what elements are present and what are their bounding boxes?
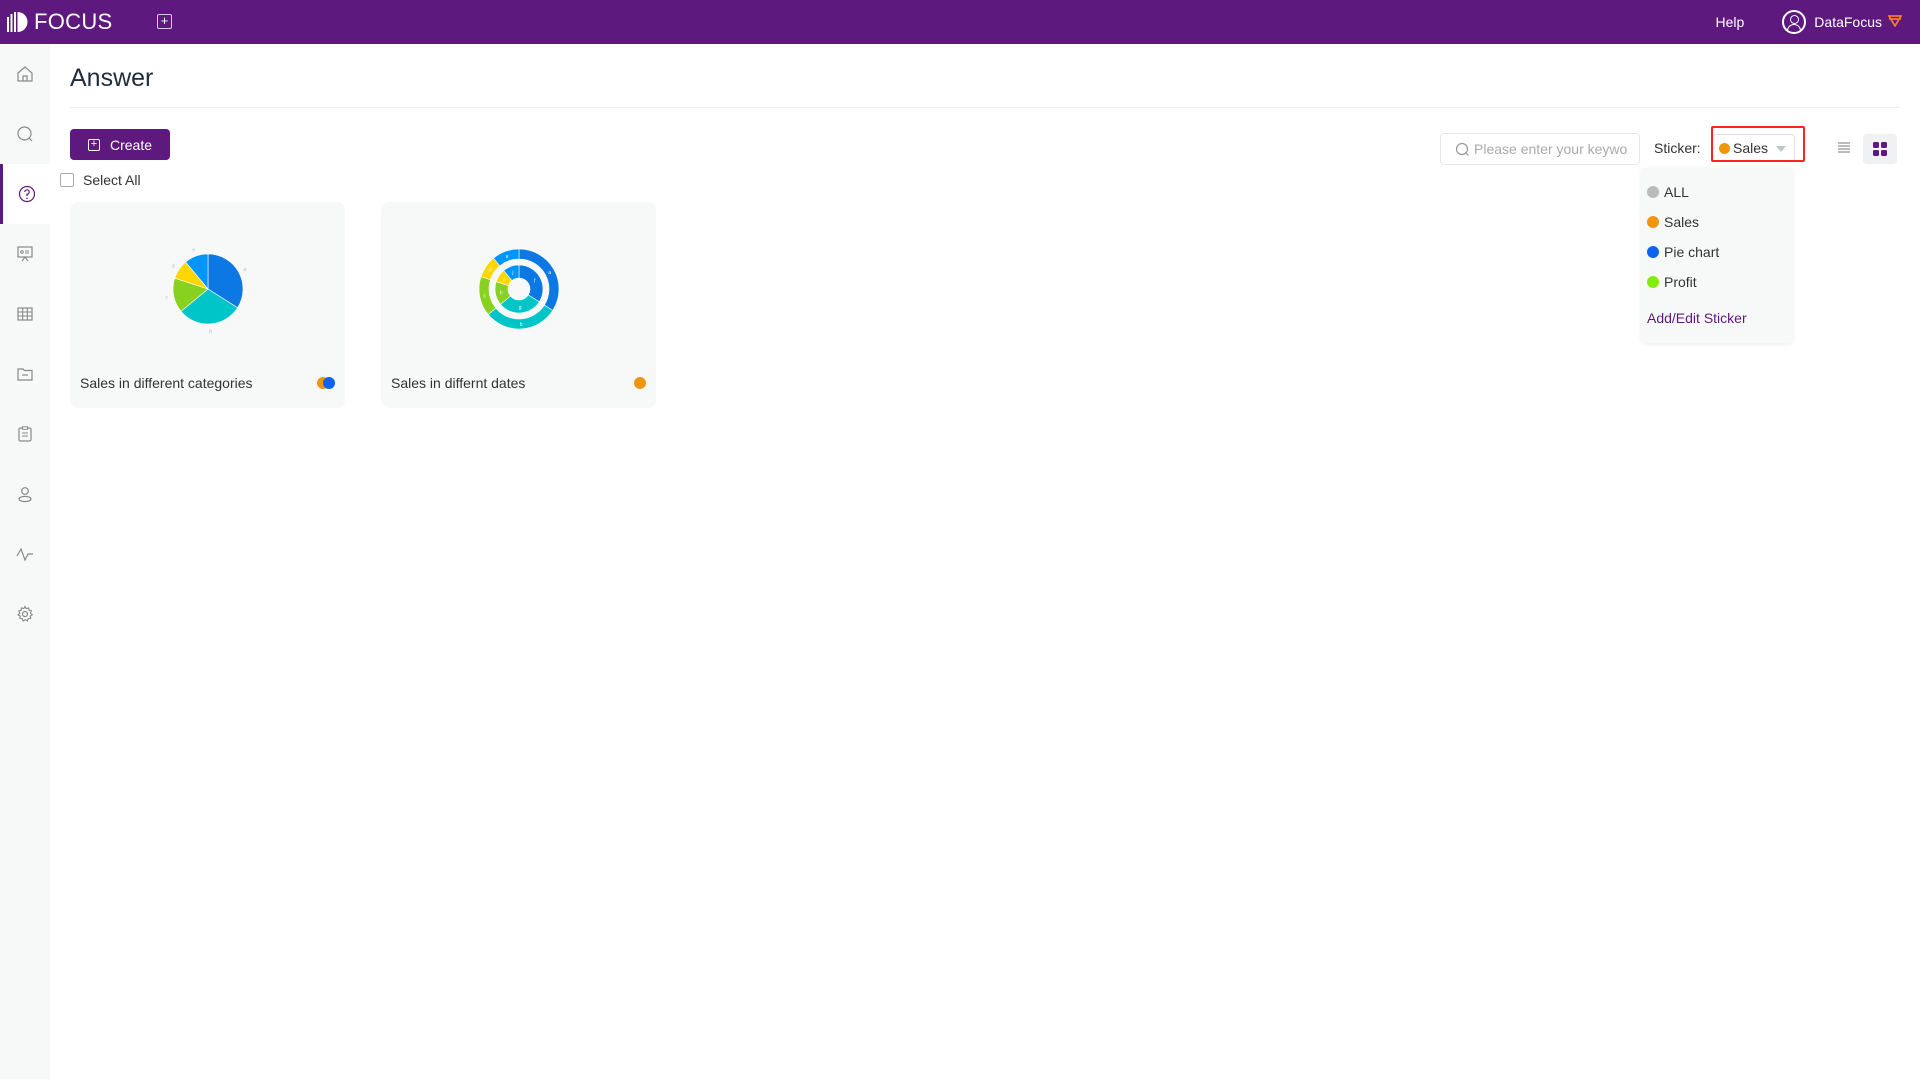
slice-label: e bbox=[192, 247, 195, 253]
select-all-checkbox[interactable]: Select All bbox=[60, 172, 141, 188]
card-sticker-dots bbox=[634, 377, 646, 389]
sidebar-item-user[interactable] bbox=[0, 464, 50, 524]
slice-label: g bbox=[519, 305, 522, 311]
home-icon bbox=[17, 66, 33, 82]
focus-logo-icon bbox=[7, 12, 28, 32]
user-circle-icon bbox=[1782, 10, 1807, 34]
pie-chart: a b c d e bbox=[165, 247, 246, 335]
app-logo[interactable]: FOCUS bbox=[6, 9, 113, 35]
slice-label: a bbox=[548, 270, 551, 276]
pulse-icon bbox=[16, 547, 33, 562]
slice-label: c bbox=[165, 295, 168, 301]
user-menu[interactable]: DataFocus bbox=[1782, 10, 1903, 34]
list-icon bbox=[1838, 142, 1850, 153]
search-icon bbox=[1455, 142, 1469, 156]
sticker-color-dot bbox=[1647, 276, 1659, 288]
pie-slice-c bbox=[478, 276, 497, 315]
gear-icon bbox=[17, 605, 34, 622]
sticker-option-pie-chart[interactable]: Pie chart bbox=[1647, 244, 1719, 260]
slice-label: d bbox=[172, 263, 175, 269]
sticker-color-dot bbox=[1647, 216, 1659, 228]
sidebar-item-home[interactable] bbox=[0, 44, 50, 104]
sidebar-item-settings[interactable] bbox=[0, 584, 50, 644]
sidebar-item-presentation[interactable] bbox=[0, 224, 50, 284]
sticker-option-label: Profit bbox=[1664, 274, 1697, 290]
sticker-option-label: ALL bbox=[1664, 184, 1689, 200]
user-icon bbox=[18, 487, 32, 503]
title-divider bbox=[70, 107, 1900, 108]
slice-label: i bbox=[504, 277, 505, 283]
diamond-icon bbox=[1887, 14, 1903, 30]
answer-card-title: Sales in different categories bbox=[80, 375, 253, 391]
sidebar-item-data-table[interactable] bbox=[0, 284, 50, 344]
sidebar-item-clipboard[interactable] bbox=[0, 404, 50, 464]
plus-square-icon[interactable]: + bbox=[157, 14, 172, 29]
slice-label: a bbox=[243, 267, 246, 273]
sticker-color-dot bbox=[323, 377, 335, 389]
presentation-icon bbox=[17, 246, 33, 262]
help-link[interactable]: Help bbox=[1716, 14, 1745, 30]
answer-card[interactable]: abcdefghij Sales in differnt dates bbox=[381, 202, 656, 408]
slice-label: e bbox=[506, 254, 509, 260]
sticker-color-dot bbox=[634, 377, 646, 389]
card-sticker-dots bbox=[317, 377, 335, 389]
sticker-option-all[interactable]: ALL bbox=[1647, 184, 1689, 200]
list-view-button[interactable] bbox=[1835, 138, 1853, 156]
user-name: DataFocus bbox=[1814, 14, 1882, 30]
slice-label: h bbox=[500, 290, 503, 296]
keyword-search-box[interactable] bbox=[1440, 133, 1640, 165]
sidebar-item-answer[interactable] bbox=[0, 164, 50, 224]
top-navigation-bar: FOCUS + Help DataFocus bbox=[0, 0, 1920, 44]
sidebar-item-folder[interactable] bbox=[0, 344, 50, 404]
sticker-dropdown-menu: ALL Sales Pie chart Profit Add/Edit Stic… bbox=[1641, 168, 1793, 343]
grid-view-button[interactable] bbox=[1863, 134, 1897, 164]
slice-label: j bbox=[511, 270, 513, 276]
question-circle-icon bbox=[18, 185, 35, 203]
sticker-option-sales[interactable]: Sales bbox=[1647, 214, 1699, 230]
grid-icon bbox=[1873, 142, 1887, 156]
slice-label: d bbox=[489, 267, 492, 273]
sidebar bbox=[0, 44, 50, 1079]
plus-square-icon: + bbox=[87, 138, 100, 151]
slice-label: b bbox=[520, 322, 523, 328]
select-all-label: Select All bbox=[83, 172, 141, 188]
clipboard-icon bbox=[18, 426, 32, 442]
sidebar-item-monitor[interactable] bbox=[0, 524, 50, 584]
nested-donut-chart: abcdefghij bbox=[478, 248, 560, 330]
create-button[interactable]: + Create bbox=[70, 129, 170, 160]
folder-icon bbox=[17, 368, 33, 381]
highlight-box bbox=[1711, 126, 1805, 162]
add-edit-sticker-link[interactable]: Add/Edit Sticker bbox=[1647, 310, 1747, 326]
sticker-filter-label: Sticker: bbox=[1654, 140, 1701, 156]
keyword-search-input[interactable] bbox=[1474, 141, 1634, 157]
answer-card-title: Sales in differnt dates bbox=[391, 375, 526, 391]
app-logo-text: FOCUS bbox=[34, 9, 113, 34]
grid-table-icon bbox=[17, 307, 33, 321]
slice-label: b bbox=[209, 329, 212, 335]
sticker-color-dot bbox=[1647, 246, 1659, 258]
sidebar-item-search[interactable] bbox=[0, 104, 50, 164]
checkbox-box[interactable] bbox=[60, 173, 74, 187]
create-button-label: Create bbox=[109, 136, 153, 153]
answer-card[interactable]: a b c d e Sales in different categories bbox=[70, 202, 345, 408]
sticker-option-label: Pie chart bbox=[1664, 244, 1720, 260]
sticker-option-profit[interactable]: Profit bbox=[1647, 274, 1697, 290]
page-title: Answer bbox=[70, 64, 154, 92]
sticker-color-dot bbox=[1647, 186, 1659, 198]
sticker-option-label: Sales bbox=[1664, 214, 1700, 230]
search-icon bbox=[17, 126, 33, 142]
